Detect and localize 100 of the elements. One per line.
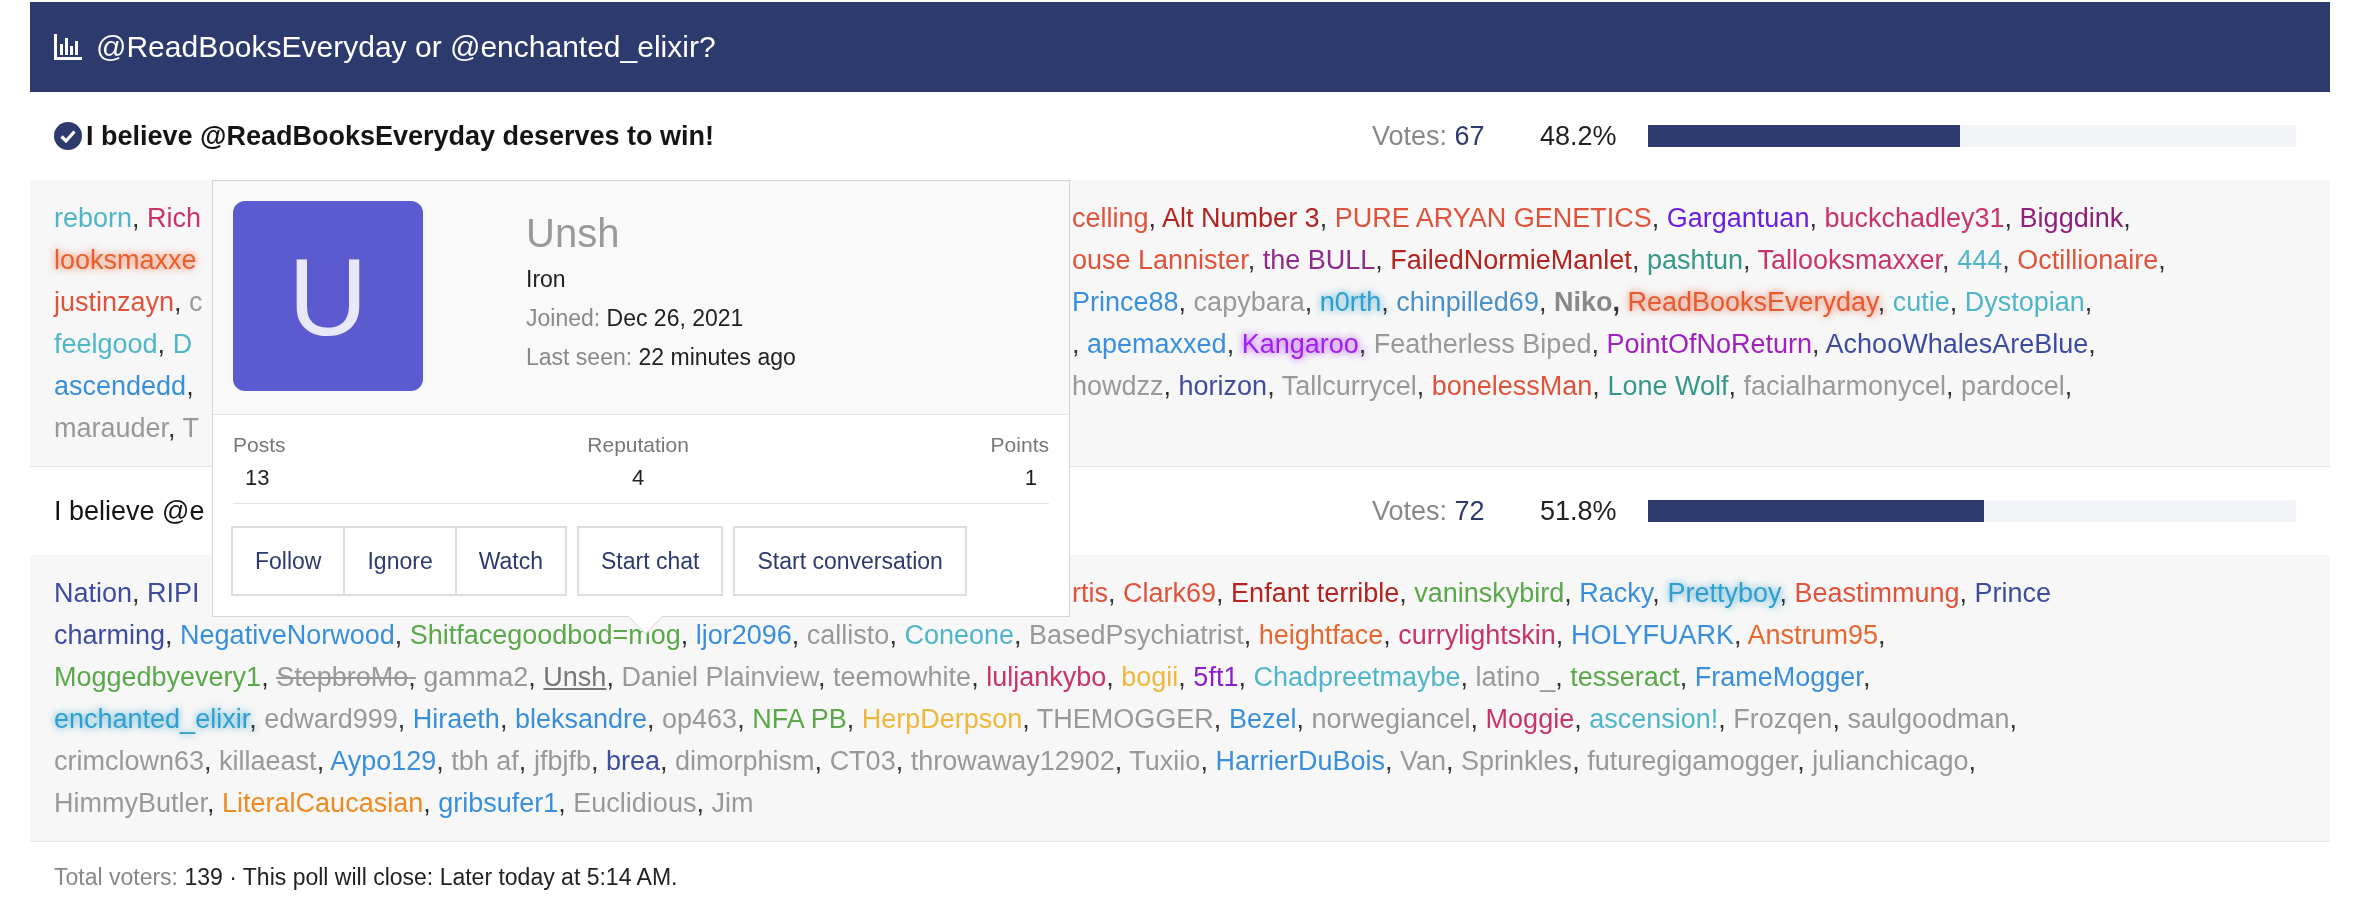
- voter-name[interactable]: feelgood,: [54, 329, 166, 359]
- voter-name[interactable]: Bezel,: [1228, 704, 1304, 734]
- voter-name[interactable]: 5ft1,: [1193, 662, 1246, 692]
- voter-name[interactable]: rtis,: [1072, 578, 1116, 608]
- voter-name[interactable]: THEMOGGER,: [1036, 704, 1222, 734]
- voter-name[interactable]: LiteralCaucasian,: [222, 788, 431, 818]
- card-button[interactable]: Follow: [231, 526, 346, 596]
- voter-name[interactable]: luljankybo,: [986, 662, 1114, 692]
- voter-name[interactable]: killaeast,: [219, 746, 325, 776]
- voter-name[interactable]: dimorphism,: [675, 746, 823, 776]
- voter-name[interactable]: Nation,: [54, 578, 140, 608]
- voter-name[interactable]: capybara,: [1193, 287, 1313, 317]
- voter-name[interactable]: NegativeNorwood,: [180, 620, 403, 650]
- voter-name[interactable]: enchanted_elixir,: [54, 704, 257, 734]
- voter-name[interactable]: NFA PB,: [752, 704, 855, 734]
- voter-name[interactable]: Prince: [1974, 578, 2052, 608]
- voter-name[interactable]: tbh af,: [451, 746, 527, 776]
- voter-name[interactable]: 444,: [1957, 245, 2010, 275]
- voter-name[interactable]: throwaway12902,: [910, 746, 1123, 776]
- card-button[interactable]: Start conversation: [733, 526, 967, 596]
- voter-name[interactable]: crimclown63,: [54, 746, 212, 776]
- voter-name[interactable]: Anstrum95,: [1747, 620, 1886, 650]
- voter-name[interactable]: Clark69,: [1123, 578, 1224, 608]
- voter-name[interactable]: PURE ARYAN GENETICS,: [1334, 203, 1660, 233]
- voter-name[interactable]: Frozqen,: [1733, 704, 1840, 734]
- voter-name[interactable]: ljor2096,: [695, 620, 800, 650]
- voter-name[interactable]: Racky,: [1579, 578, 1660, 608]
- voter-name[interactable]: horizon,: [1178, 371, 1275, 401]
- voter-name[interactable]: AchooWhalesAreBlue,: [1825, 329, 2096, 359]
- voter-name[interactable]: Dystopian,: [1964, 287, 2093, 317]
- voter-name[interactable]: Enfant terrible,: [1231, 578, 1407, 608]
- voter-name[interactable]: edward999,: [264, 704, 406, 734]
- voter-name[interactable]: saulgoodman,: [1847, 704, 2018, 734]
- voter-name[interactable]: PointOfNoReturn,: [1606, 329, 1820, 359]
- voter-name[interactable]: op463,: [662, 704, 745, 734]
- voter-name[interactable]: Unsh,: [543, 662, 614, 692]
- voter-name[interactable]: Shitfacegoodbod=mog,: [409, 620, 689, 650]
- voter-name[interactable]: Alt Number 3,: [1162, 203, 1328, 233]
- voter-name[interactable]: jfbjfb,: [533, 746, 599, 776]
- voter-name[interactable]: Hiraeth,: [412, 704, 508, 734]
- voter-name[interactable]: Daniel Plainview,: [621, 662, 826, 692]
- voter-name[interactable]: teemowhite,: [833, 662, 979, 692]
- voter-name[interactable]: ouse Lannister,: [1072, 245, 1256, 275]
- voter-name[interactable]: Niko,: [1553, 287, 1620, 317]
- voter-name[interactable]: Kangaroo,: [1241, 329, 1367, 359]
- voter-name[interactable]: celling,: [1072, 203, 1157, 233]
- voter-name[interactable]: callisto,: [806, 620, 897, 650]
- voter-name[interactable]: tesseract,: [1570, 662, 1688, 692]
- voter-name[interactable]: BasedPsychiatrist,: [1029, 620, 1252, 650]
- voter-name[interactable]: Tuxiio,: [1129, 746, 1208, 776]
- voter-name[interactable]: latino_,: [1475, 662, 1563, 692]
- card-button[interactable]: Start chat: [577, 526, 724, 596]
- voter-name[interactable]: Biggdink,: [2019, 203, 2131, 233]
- voter-name[interactable]: chinpilled69,: [1396, 287, 1547, 317]
- voter-name[interactable]: StepbroMo,: [276, 662, 416, 692]
- voter-name[interactable]: bleksandre,: [514, 704, 655, 734]
- voter-name[interactable]: vaninskybird,: [1414, 578, 1572, 608]
- voter-name[interactable]: Beastimmung,: [1794, 578, 1968, 608]
- voter-name[interactable]: FailedNormieManlet,: [1390, 245, 1640, 275]
- voter-name[interactable]: Coneone,: [904, 620, 1022, 650]
- voter-name[interactable]: Moggie,: [1485, 704, 1582, 734]
- voter-name[interactable]: Prettyboy,: [1667, 578, 1787, 608]
- voter-name[interactable]: ascendedd,: [54, 371, 194, 401]
- voter-name[interactable]: heightface,: [1258, 620, 1391, 650]
- voter-name[interactable]: brea,: [605, 746, 668, 776]
- voter-name[interactable]: Sprinkles,: [1461, 746, 1580, 776]
- voter-name[interactable]: Rich: [147, 203, 202, 233]
- voter-name[interactable]: RIPI: [147, 578, 200, 608]
- voter-name[interactable]: Moggedbyevery1,: [54, 662, 269, 692]
- voter-name[interactable]: Tallcurrycel,: [1281, 371, 1425, 401]
- voter-name[interactable]: justinzayn,: [54, 287, 182, 317]
- voter-name[interactable]: charming,: [54, 620, 173, 650]
- voter-name[interactable]: bonelessMan,: [1431, 371, 1600, 401]
- voter-name[interactable]: futuregigamogger,: [1587, 746, 1805, 776]
- voter-name[interactable]: Gargantuan,: [1666, 203, 1817, 233]
- voter-name[interactable]: Chadpreetmaybe,: [1253, 662, 1469, 692]
- card-button[interactable]: Watch: [454, 526, 567, 596]
- voter-name[interactable]: CT03,: [829, 746, 904, 776]
- voter-name[interactable]: currylightskin,: [1398, 620, 1564, 650]
- voter-name[interactable]: julianchicago,: [1812, 746, 1976, 776]
- voter-name[interactable]: reborn,: [54, 203, 140, 233]
- voter-name[interactable]: marauder,: [54, 413, 176, 443]
- voter-name[interactable]: Aypo129,: [330, 746, 444, 776]
- voter-name[interactable]: n0rth,: [1319, 287, 1389, 317]
- voter-name[interactable]: Van,: [1400, 746, 1454, 776]
- voter-name[interactable]: pardocel,: [1961, 371, 2073, 401]
- voter-name[interactable]: HimmyButler,: [54, 788, 215, 818]
- voter-name[interactable]: buckchadley31,: [1824, 203, 2013, 233]
- voter-name[interactable]: pashtun,: [1646, 245, 1751, 275]
- voter-name[interactable]: ascension!,: [1589, 704, 1726, 734]
- voter-name[interactable]: the BULL,: [1262, 245, 1383, 275]
- voter-name[interactable]: Octillionaire,: [2017, 245, 2166, 275]
- voter-name[interactable]: howdzz,: [1072, 371, 1172, 401]
- voter-name[interactable]: Tallooksmaxxer,: [1757, 245, 1950, 275]
- voter-name[interactable]: cutie,: [1892, 287, 1958, 317]
- voter-name[interactable]: HerpDerpson,: [861, 704, 1030, 734]
- voter-name[interactable]: facialharmonycel,: [1743, 371, 1954, 401]
- voter-name[interactable]: bogii,: [1121, 662, 1186, 692]
- voter-name[interactable]: Featherless Biped,: [1373, 329, 1599, 359]
- voter-name[interactable]: FrameMogger,: [1694, 662, 1871, 692]
